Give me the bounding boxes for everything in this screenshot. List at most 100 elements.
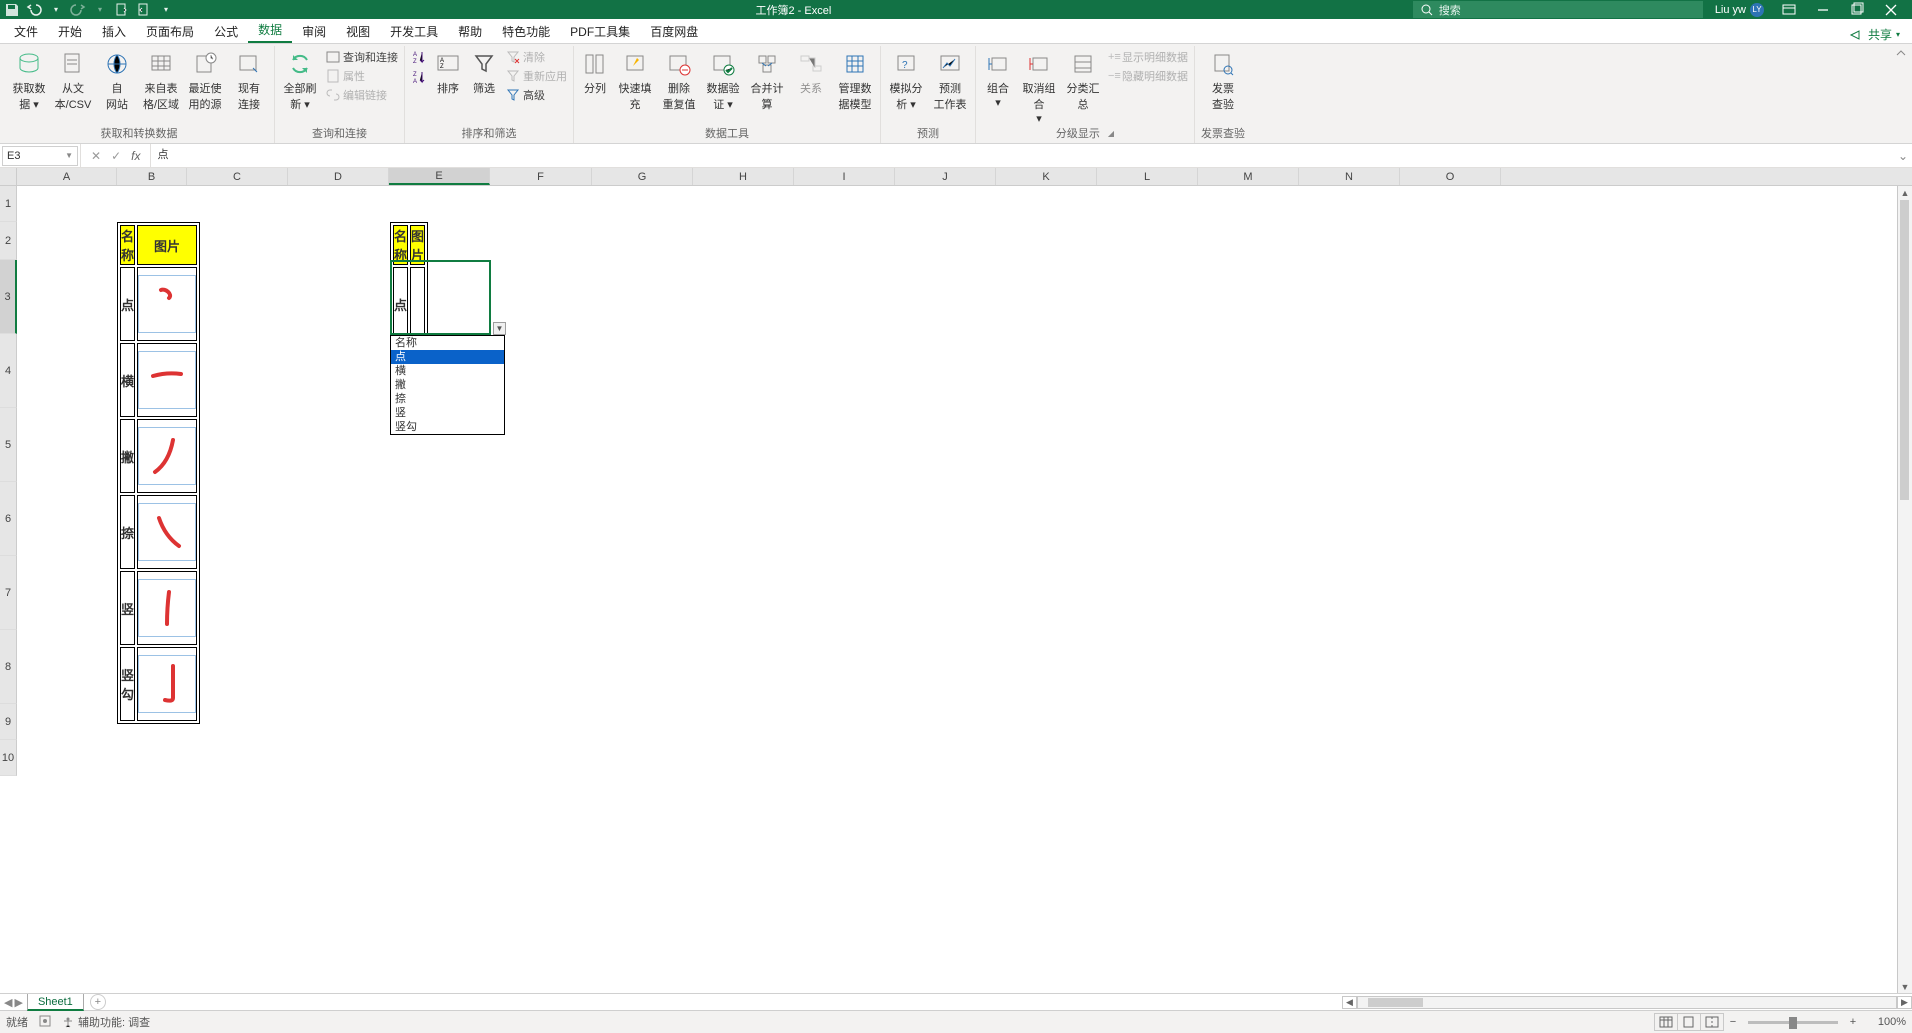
redo-icon[interactable]: [70, 2, 86, 18]
hscroll-thumb[interactable]: [1368, 998, 1423, 1007]
view-page-layout-icon[interactable]: [1677, 1013, 1701, 1031]
zoom-slider-knob[interactable]: [1789, 1017, 1797, 1029]
sort-desc-button[interactable]: ZA: [411, 68, 427, 86]
view-page-break-icon[interactable]: [1700, 1013, 1724, 1031]
tab-review[interactable]: 审阅: [292, 19, 336, 43]
tableA-img-1[interactable]: [137, 343, 197, 417]
tableA-name-1[interactable]: 横: [120, 343, 135, 417]
tab-help[interactable]: 帮助: [448, 19, 492, 43]
tableA-name-0[interactable]: 点: [120, 267, 135, 341]
sheet-nav-next-icon[interactable]: ▶: [14, 996, 22, 1009]
sort-button[interactable]: AZ排序: [433, 48, 463, 96]
dv-option-4[interactable]: 捺: [391, 392, 504, 406]
recent-sources-button[interactable]: 最近使 用的源: [186, 48, 224, 112]
zoom-slider[interactable]: [1748, 1021, 1838, 1024]
get-data-button[interactable]: 获取数 据 ▾: [10, 48, 48, 112]
col-E[interactable]: E: [389, 168, 490, 185]
qat-doc2-icon[interactable]: [136, 2, 152, 18]
minimize-icon[interactable]: [1806, 0, 1840, 19]
col-A[interactable]: A: [17, 168, 117, 185]
tell-me-search[interactable]: 搜索: [1413, 1, 1703, 18]
outline-dialog-launcher-icon[interactable]: ◢: [1108, 129, 1114, 138]
redo-more-icon[interactable]: ▾: [92, 2, 108, 18]
tab-formulas[interactable]: 公式: [204, 19, 248, 43]
select-all-triangle[interactable]: [0, 168, 17, 185]
dv-option-3[interactable]: 撇: [391, 378, 504, 392]
row-9[interactable]: 9: [0, 704, 17, 740]
tableA-header-name[interactable]: 名称: [120, 225, 135, 265]
row-2[interactable]: 2: [0, 222, 17, 260]
group-rows-button[interactable]: 组合 ▾: [982, 48, 1014, 109]
col-O[interactable]: O: [1400, 168, 1501, 185]
tab-pdf[interactable]: PDF工具集: [560, 19, 640, 43]
tab-special[interactable]: 特色功能: [492, 19, 560, 43]
sheet-tab-sheet1[interactable]: Sheet1: [27, 994, 84, 1011]
worksheet-area[interactable]: 1 2 3 4 5 6 7 8 9 10 名称图片 点 横 撇 捺 竖 竖勾 名…: [0, 186, 1912, 993]
from-text-csv-button[interactable]: 从文 本/CSV: [54, 48, 92, 112]
flash-fill-button[interactable]: 快速填充: [616, 48, 654, 112]
tableB-header-image[interactable]: 图片: [410, 225, 425, 265]
manage-data-model-button[interactable]: 管理数 据模型: [836, 48, 874, 112]
tab-layout[interactable]: 页面布局: [136, 19, 204, 43]
row-3[interactable]: 3: [0, 260, 17, 334]
insert-function-icon[interactable]: fx: [131, 149, 140, 163]
qat-customize-icon[interactable]: ▾: [158, 2, 174, 18]
tableA-header-image[interactable]: 图片: [137, 225, 197, 265]
row-7[interactable]: 7: [0, 556, 17, 630]
dv-option-2[interactable]: 横: [391, 364, 504, 378]
invoice-check-button[interactable]: 发票 查验: [1204, 48, 1242, 112]
tab-home[interactable]: 开始: [48, 19, 92, 43]
macro-record-icon[interactable]: [38, 1014, 52, 1031]
account-user[interactable]: Liu yw LY: [1707, 3, 1772, 17]
vscroll-up-icon[interactable]: ▲: [1898, 186, 1912, 199]
zoom-in-icon[interactable]: +: [1844, 1016, 1862, 1028]
dv-option-1[interactable]: 点: [391, 350, 504, 364]
cell-F3[interactable]: [410, 267, 425, 341]
ribbon-display-options-icon[interactable]: [1772, 0, 1806, 19]
lookup-table[interactable]: 名称图片 点: [390, 222, 428, 344]
qat-doc1-icon[interactable]: [114, 2, 130, 18]
vscroll-thumb[interactable]: [1900, 200, 1909, 500]
view-normal-icon[interactable]: [1654, 1013, 1678, 1031]
row-4[interactable]: 4: [0, 334, 17, 408]
forecast-sheet-button[interactable]: 预测 工作表: [931, 48, 969, 112]
hscroll-right-icon[interactable]: ▶: [1897, 996, 1912, 1009]
tableA-img-0[interactable]: [137, 267, 197, 341]
tableA-name-2[interactable]: 撇: [120, 419, 135, 493]
filter-button[interactable]: 筛选: [469, 48, 499, 96]
tab-file[interactable]: 文件: [4, 19, 48, 43]
vscroll-down-icon[interactable]: ▼: [1898, 980, 1912, 993]
save-icon[interactable]: [4, 2, 20, 18]
tableA-img-3[interactable]: [137, 495, 197, 569]
col-G[interactable]: G: [592, 168, 693, 185]
dv-option-5[interactable]: 竖: [391, 406, 504, 420]
formula-input[interactable]: 点: [151, 146, 1894, 166]
col-F[interactable]: F: [490, 168, 592, 185]
tableA-img-5[interactable]: [137, 647, 197, 721]
horizontal-scrollbar[interactable]: ◀ ▶: [1342, 996, 1912, 1009]
existing-connections-button[interactable]: 现有 连接: [230, 48, 268, 112]
tableA-name-4[interactable]: 竖: [120, 571, 135, 645]
tab-data[interactable]: 数据: [248, 17, 292, 43]
sort-asc-button[interactable]: AZ: [411, 48, 427, 66]
vertical-scrollbar[interactable]: ▲ ▼: [1897, 186, 1912, 993]
close-icon[interactable]: [1874, 0, 1908, 19]
consolidate-button[interactable]: 合并计算: [748, 48, 786, 112]
text-to-columns-button[interactable]: 分列: [580, 48, 610, 96]
data-validation-button[interactable]: 数据验 证 ▾: [704, 48, 742, 112]
col-B[interactable]: B: [117, 168, 187, 185]
stroke-reference-table[interactable]: 名称图片 点 横 撇 捺 竖 竖勾: [117, 222, 200, 724]
what-if-button[interactable]: ?模拟分 析 ▾: [887, 48, 925, 112]
col-N[interactable]: N: [1299, 168, 1400, 185]
tab-baidu[interactable]: 百度网盘: [640, 19, 708, 43]
zoom-level[interactable]: 100%: [1862, 1016, 1906, 1028]
from-table-range-button[interactable]: 来自表 格/区域: [142, 48, 180, 112]
dv-option-6[interactable]: 竖勾: [391, 420, 504, 434]
accept-formula-icon[interactable]: ✓: [111, 149, 121, 163]
tab-view[interactable]: 视图: [336, 19, 380, 43]
advanced-filter-button[interactable]: 高级: [505, 86, 567, 104]
col-D[interactable]: D: [288, 168, 389, 185]
data-validation-dropdown-button[interactable]: ▼: [493, 322, 506, 335]
ungroup-button[interactable]: 取消组合 ▾: [1020, 48, 1058, 125]
row-6[interactable]: 6: [0, 482, 17, 556]
